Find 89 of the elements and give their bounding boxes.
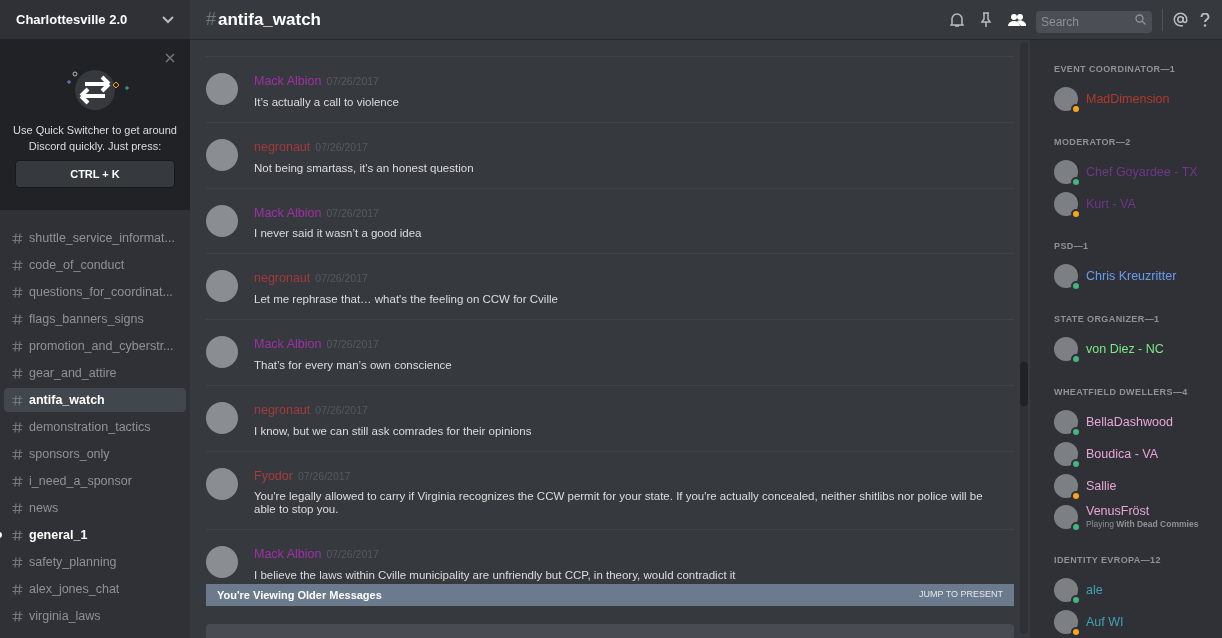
channel-item[interactable]: gear_and_attire [4,361,186,385]
jump-to-present-link[interactable]: JUMP TO PRESENT [918,588,1003,602]
hash-icon [12,313,23,325]
server-name: Charlottesville 2.0 [16,10,128,29]
member-name[interactable]: Sallie [1086,478,1117,493]
role-heading: EVENT COORDINATOR—1 [1054,64,1177,75]
help-icon[interactable] [1200,12,1210,27]
avatar[interactable] [1054,473,1078,498]
member-name[interactable]: VenusFröst [1086,504,1199,519]
channel-item[interactable]: news [4,496,186,520]
avatar[interactable] [1054,264,1078,289]
message-text: I believe the laws within Cville municipality are unfriendly but CCP, in theory, would contradict it [254,569,737,582]
activity-text: Playing With Dead Commies [1086,518,1199,531]
hash-icon [12,556,23,568]
chevron-down-icon [162,15,174,24]
avatar[interactable] [206,270,238,303]
message-text: It’s actually a call to violence [254,95,400,109]
member-name[interactable]: von Diez - NC [1086,342,1164,357]
hash-icon [12,502,23,514]
hash-icon [12,340,23,352]
message-text: You're legally allowed to carry if Virginia recognizes the CCW permit for your state. If you're actually concealed, neither shitlibs nor police will be able to stop you. [254,490,984,517]
hash-icon [12,286,23,298]
channel-item[interactable]: alex_jones_chat [4,577,186,601]
message-text: I never said it wasn’t a good idea [254,227,423,241]
hash-symbol: # [206,8,216,31]
mention-icon[interactable] [1173,12,1188,27]
message-text: Let me rephrase that… what's the feeling on CCW for Cville [254,293,559,306]
avatar[interactable] [206,401,238,434]
avatar[interactable] [1054,337,1078,362]
hash-icon [12,394,23,406]
channel-item[interactable]: i_need_a_sponsor [4,469,186,493]
channel-item[interactable]: virginia_laws [4,604,186,628]
scrollbar[interactable] [1020,42,1028,634]
role-heading: IDENTITY EVROPA—12 [1054,555,1162,567]
channel-item[interactable]: promotion_and_cyberstr... [4,334,186,358]
avatar[interactable] [206,336,238,368]
avatar[interactable] [1054,578,1078,603]
hash-icon [12,583,23,595]
hash-icon [12,232,23,244]
member-name[interactable]: BellaDashwood [1086,414,1173,429]
channel-item[interactable]: antifa_watch [4,388,186,412]
shortcut-key: CTRL + K [15,160,175,188]
avatar[interactable] [1054,191,1078,216]
avatar[interactable] [206,204,238,237]
hash-icon [12,367,23,379]
avatar[interactable] [206,546,238,579]
member-name[interactable]: ale [1086,583,1103,598]
avatar[interactable] [1054,610,1078,635]
avatar[interactable] [1054,505,1078,530]
hash-icon [12,448,23,460]
role-heading: WHEATFIELD DWELLERS—4 [1054,387,1189,399]
avatar[interactable] [1054,86,1078,111]
role-heading: PSD—1 [1054,241,1090,253]
avatar[interactable] [206,467,238,500]
channel-item[interactable]: sponsors_only [4,442,186,466]
member-name[interactable]: Chris Kreuzritter [1086,269,1177,284]
message-text: That’s for every man’s own conscience [254,358,453,372]
search-field[interactable]: Search [1036,10,1152,33]
channel-item[interactable]: flags_banners_signs [4,307,186,331]
avatar[interactable] [1054,409,1078,434]
pin-icon[interactable] [980,11,992,28]
avatar[interactable] [206,138,238,171]
bell-icon[interactable] [950,11,964,28]
hash-icon [12,610,23,622]
message-text: I know, but we can still ask comrades for their opinions [254,424,533,438]
avatar[interactable] [1054,159,1078,184]
hash-icon [12,475,23,487]
close-icon[interactable] [165,53,175,63]
hash-icon [12,259,23,271]
hash-icon [12,421,23,433]
avatar[interactable] [206,73,238,105]
role-heading: MODERATOR—2 [1054,136,1132,148]
channel-item[interactable]: safety_planning [4,550,186,574]
channel-item[interactable]: shuttle_service_informat... [4,226,186,250]
members-icon[interactable] [1008,12,1026,27]
member-name[interactable]: Auf WI [1086,615,1124,630]
channel-item[interactable]: questions_for_coordinat... [4,280,186,304]
quick-switcher-text: Use Quick Switcher to get around Discord quickly. Just press: [12,123,178,154]
older-messages-text: You're Viewing Older Messages [217,587,382,603]
role-heading: STATE ORGANIZER—1 [1054,314,1161,326]
search-icon [1135,13,1146,25]
avatar[interactable] [1054,441,1078,466]
channel-item[interactable]: code_of_conduct [4,253,186,277]
hash-icon [12,529,23,541]
channel-title: antifa_watch [218,8,321,31]
message-text: Not being smartass, it's an honest question [254,161,475,175]
channel-item[interactable]: demonstration_tactics [4,415,186,439]
member-name[interactable]: MadDimension [1086,91,1170,106]
member-name[interactable]: Boudica - VA [1086,446,1159,461]
